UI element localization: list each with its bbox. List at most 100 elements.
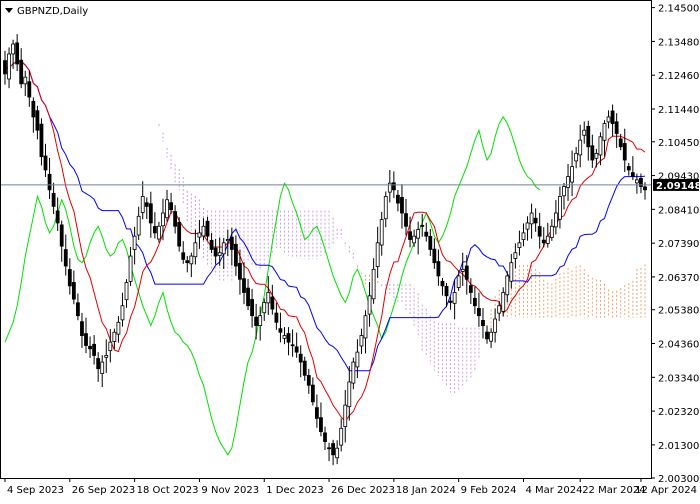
candle-body — [3, 60, 7, 75]
candle-body — [286, 333, 291, 343]
candle-body — [347, 381, 352, 408]
candle-body — [116, 321, 121, 335]
candle-body — [221, 242, 226, 255]
candle-body — [11, 43, 16, 55]
candle-body — [553, 212, 558, 228]
candle-body — [120, 305, 125, 321]
x-tick-label: 12 Apr 2024 — [635, 485, 697, 496]
x-tick-label: 4 Sep 2023 — [7, 485, 64, 496]
candle-body — [31, 100, 36, 118]
y-tick-label: 2.08410 — [658, 205, 699, 216]
candle-body — [420, 224, 425, 227]
candle-body — [558, 196, 562, 220]
x-tick-label: 18 Jan 2024 — [396, 485, 456, 496]
candle-body — [598, 136, 603, 156]
candle-body — [157, 225, 161, 240]
candle-body — [306, 375, 311, 386]
chart-area[interactable]: 2.14500 2.13480 2.12460 2.11440 2.10450 2.094… — [0, 0, 700, 500]
candle-body — [383, 196, 388, 220]
candle-body — [140, 196, 145, 213]
price-axis: 2.145002.134802.124602.114402.104502.094… — [651, 4, 699, 485]
y-tick-label: 2.04360 — [658, 340, 699, 351]
candle-body — [39, 123, 44, 158]
candle-body — [76, 302, 80, 317]
candle-body — [290, 344, 295, 347]
candle-body — [310, 384, 315, 403]
candle-body — [327, 447, 331, 450]
candle-body — [96, 358, 101, 370]
current-price-label: 2.09148 — [653, 178, 700, 192]
candle-body — [351, 361, 356, 384]
y-tick-label: 2.01300 — [658, 441, 699, 452]
candle-body — [634, 179, 639, 184]
x-tick-label: 26 Dec 2023 — [331, 485, 395, 496]
candle-body — [298, 353, 303, 363]
candle-body — [602, 123, 607, 141]
candle-body — [537, 226, 542, 237]
candle-body — [246, 287, 250, 307]
y-tick-label: 2.05380 — [658, 306, 699, 317]
x-tick-label: 18 Oct 2023 — [137, 485, 199, 496]
candle-body — [189, 255, 194, 265]
candle-body — [614, 121, 619, 134]
candle-body — [88, 345, 92, 350]
candle-body — [643, 186, 647, 191]
candle-body — [185, 260, 190, 264]
candle-body — [270, 296, 275, 310]
candle-body — [630, 172, 635, 177]
candle-body — [412, 235, 417, 244]
candle-body — [408, 231, 412, 240]
candle-body — [460, 268, 465, 272]
candle-body — [586, 125, 591, 148]
candle-body — [294, 346, 299, 353]
candle-body — [497, 305, 502, 314]
candle-body — [525, 222, 530, 230]
y-tick-label: 2.11440 — [658, 105, 699, 116]
chart-canvas: 2.145002.134802.124602.114402.104502.094… — [0, 0, 700, 496]
x-tick-label: 26 Sep 2023 — [72, 485, 135, 496]
candle-body — [209, 239, 214, 250]
candle-body — [363, 315, 368, 339]
candle-body — [610, 110, 615, 124]
candle-body — [416, 229, 421, 239]
candle-body — [128, 255, 133, 282]
x-tick-label: 9 Nov 2023 — [201, 485, 259, 496]
candle-body — [432, 248, 437, 264]
candle-body — [217, 252, 222, 256]
candle-body — [15, 42, 20, 65]
candle-body — [238, 262, 242, 280]
candle-body — [274, 312, 279, 323]
candle-body — [136, 215, 141, 236]
candle-body — [444, 286, 449, 297]
candle-body — [375, 242, 380, 267]
x-tick-label: 4 Mar 2024 — [525, 485, 582, 496]
candle-body — [55, 210, 60, 224]
candle-body — [19, 59, 24, 85]
candle-body — [205, 220, 210, 237]
y-tick-label: 2.03340 — [658, 373, 699, 384]
candle-body — [233, 243, 238, 267]
candle-body — [35, 110, 40, 131]
candle-body — [112, 331, 117, 342]
candle-body — [590, 145, 595, 161]
candle-body — [100, 361, 105, 374]
candle-body — [92, 343, 97, 356]
candle-body — [468, 285, 473, 293]
candle-body — [181, 252, 186, 260]
candle-body — [371, 268, 376, 300]
candle-body — [266, 292, 271, 304]
candle-body — [452, 292, 457, 304]
candle-body — [165, 199, 169, 219]
candle-body — [485, 331, 489, 340]
candle-body — [63, 249, 68, 267]
candle-body — [464, 265, 469, 280]
candle-body — [47, 173, 52, 191]
time-axis: 4 Sep 2023 26 Sep 2023 18 Oct 2023 9 Nov 20… — [4, 478, 697, 496]
candle-body — [225, 239, 230, 242]
current-price-text: 2.09148 — [656, 181, 700, 192]
candle-body — [108, 341, 113, 352]
candle-body — [379, 219, 384, 246]
candle-body — [201, 225, 206, 237]
candle-body — [23, 76, 28, 85]
candle-body — [533, 217, 538, 224]
